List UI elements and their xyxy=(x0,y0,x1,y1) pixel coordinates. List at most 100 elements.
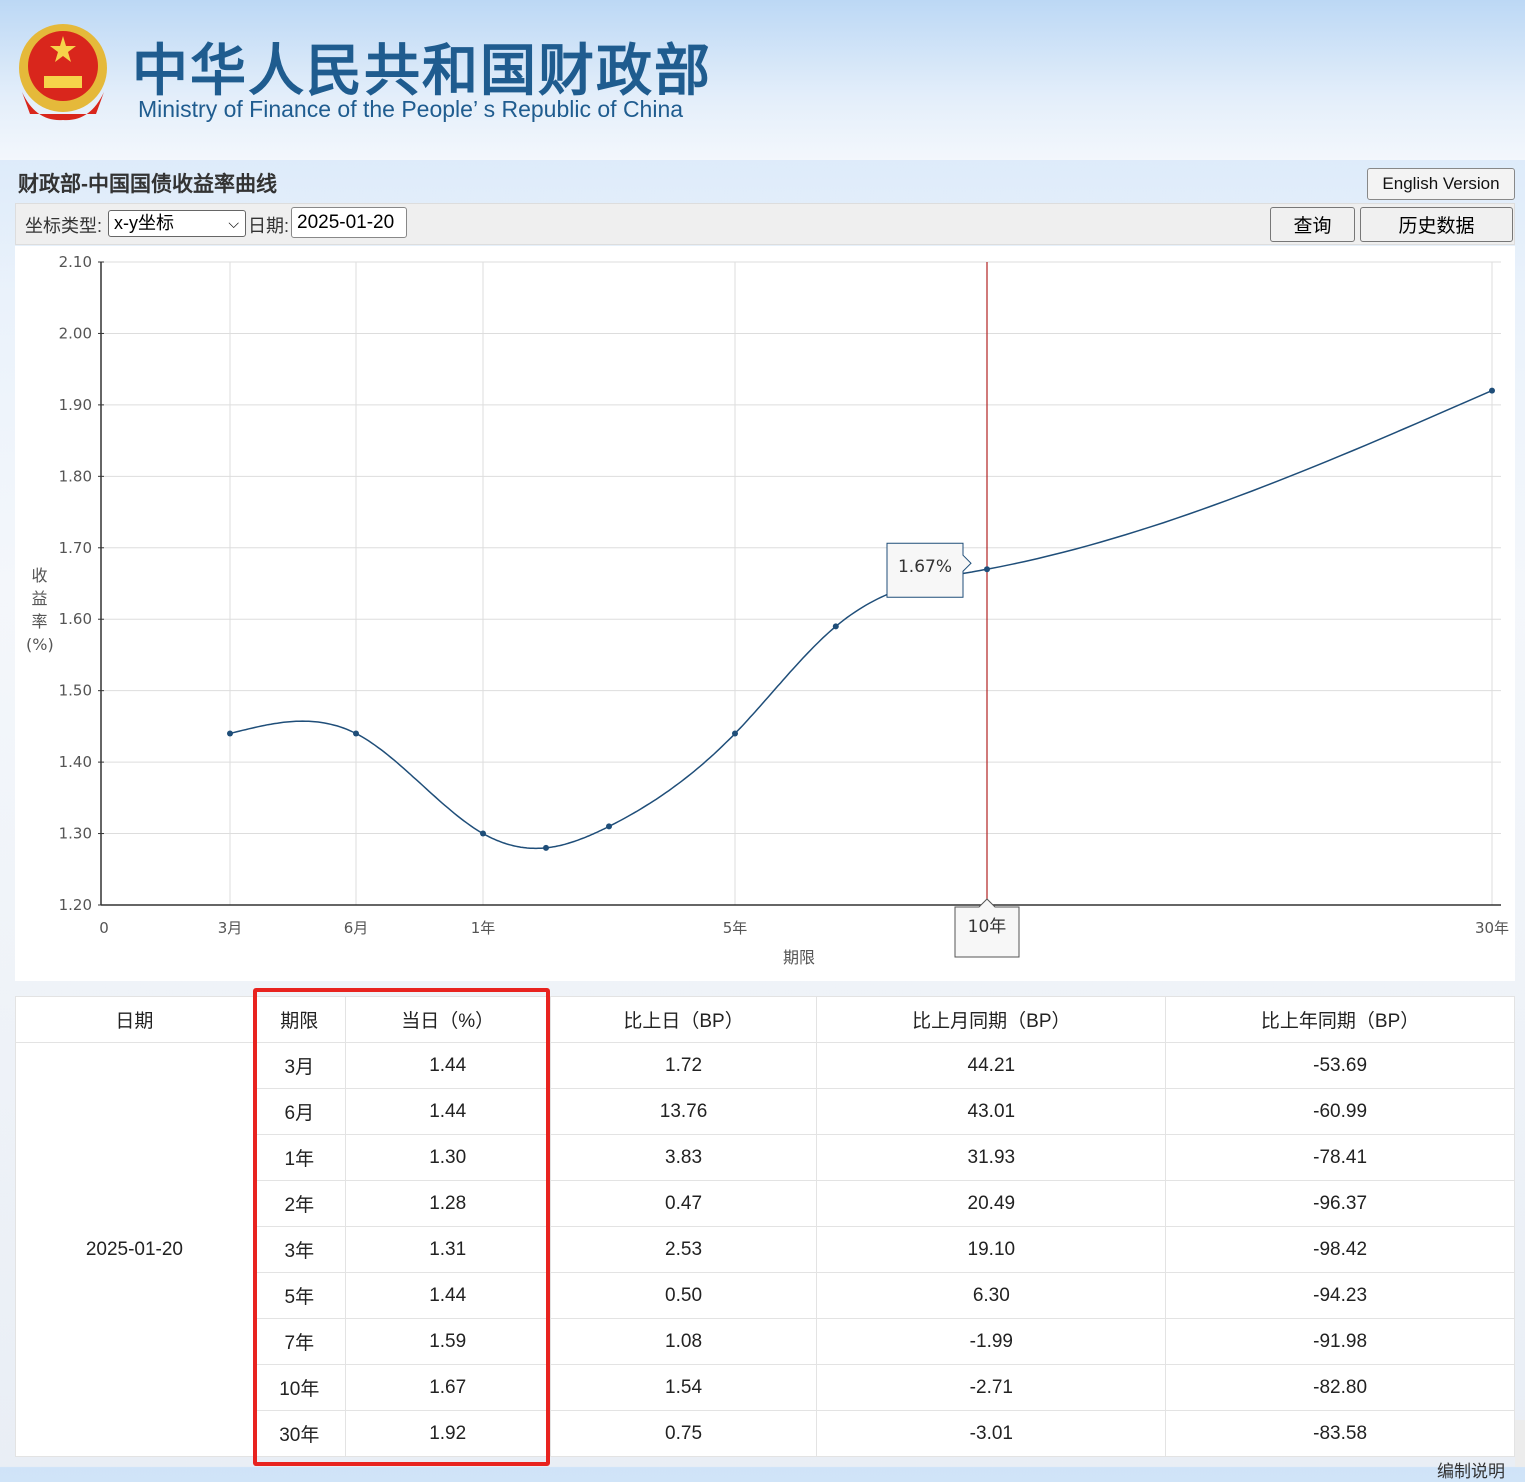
table-cell: 3年 xyxy=(252,1226,346,1273)
y-tick-label: 1.70 xyxy=(59,539,92,557)
chevron-down-icon: ⌵ xyxy=(228,215,239,231)
table-cell: 7年 xyxy=(252,1318,346,1365)
x-tick-label: 3月 xyxy=(218,919,243,937)
table-cell: -82.80 xyxy=(1165,1364,1515,1411)
history-data-button[interactable]: 历史数据 xyxy=(1360,207,1513,242)
table-cell: -83.58 xyxy=(1165,1410,1515,1457)
x-tick-label: 0 xyxy=(99,919,109,937)
coord-type-select[interactable]: x-y坐标 ⌵ xyxy=(108,210,246,237)
table-cell: -94.23 xyxy=(1165,1272,1515,1319)
table-cell: 1.44 xyxy=(344,1042,551,1089)
column-header[interactable]: 期限 xyxy=(252,996,346,1043)
y-tick-label: 1.50 xyxy=(59,682,92,700)
table-cell: 1年 xyxy=(252,1134,346,1181)
compilation-note-link[interactable]: 编制说明 xyxy=(1437,1457,1505,1482)
table-cell: -53.69 xyxy=(1165,1042,1515,1089)
table-cell: 1.28 xyxy=(344,1180,551,1227)
table-cell: 2.53 xyxy=(549,1226,818,1273)
column-header[interactable]: 当日（%） xyxy=(344,996,551,1043)
table-cell: 2年 xyxy=(252,1180,346,1227)
table-cell: 13.76 xyxy=(549,1088,818,1135)
y-tick-label: 1.80 xyxy=(59,467,92,485)
table-cell: -91.98 xyxy=(1165,1318,1515,1365)
y-tick-label: 1.30 xyxy=(59,825,92,843)
table-cell: -78.41 xyxy=(1165,1134,1515,1181)
y-tick-label: 2.00 xyxy=(59,324,92,342)
table-cell: 19.10 xyxy=(816,1226,1167,1273)
table-cell: 1.44 xyxy=(344,1272,551,1319)
table-cell: 1.08 xyxy=(549,1318,818,1365)
column-header[interactable]: 比上年同期（BP） xyxy=(1165,996,1515,1043)
table-cell: 5年 xyxy=(252,1272,346,1319)
data-point xyxy=(832,623,839,630)
table-cell: 6月 xyxy=(252,1088,346,1135)
table-cell: 3月 xyxy=(252,1042,346,1089)
date-label: 日期: xyxy=(248,216,290,236)
table-cell: -3.01 xyxy=(816,1410,1167,1457)
table-cell: -1.99 xyxy=(816,1318,1167,1365)
data-point xyxy=(606,823,612,830)
page-title: 财政部-中国国债收益率曲线 xyxy=(18,173,277,196)
y-tick-label: 2.10 xyxy=(59,253,92,271)
table-cell: 1.54 xyxy=(549,1364,818,1411)
column-header[interactable]: 比上日（BP） xyxy=(549,996,818,1043)
site-header: 中华人民共和国财政部 Ministry of Finance of the Pe… xyxy=(0,0,1525,160)
table-cell: 1.30 xyxy=(344,1134,551,1181)
x-axis-title: 期限 xyxy=(783,948,815,967)
table-cell: 1.72 xyxy=(549,1042,818,1089)
coord-type-value: x-y坐标 xyxy=(114,213,174,233)
yield-table: 日期 期限 当日（%） 比上日（BP） 比上月同期（BP） 比上年同期（BP） 2025-… xyxy=(15,996,1515,1457)
table-cell: -98.42 xyxy=(1165,1226,1515,1273)
query-button[interactable]: 查询 xyxy=(1270,207,1355,242)
table-cell: -96.37 xyxy=(1165,1180,1515,1227)
english-version-button[interactable]: English Version xyxy=(1367,168,1515,200)
term-tooltip-text: 10年 xyxy=(968,917,1007,937)
x-tick-label: 1年 xyxy=(471,919,496,937)
table-cell: 1.59 xyxy=(344,1318,551,1365)
date-cell: 2025-01-20 xyxy=(15,1042,254,1457)
date-input[interactable] xyxy=(291,207,407,238)
y-tick-label: 1.90 xyxy=(59,396,92,414)
x-tick-label: 5年 xyxy=(723,919,748,937)
data-point xyxy=(1489,387,1495,394)
table-cell: 10年 xyxy=(252,1364,346,1411)
data-point xyxy=(227,730,233,737)
value-tooltip-text: 1.67% xyxy=(898,557,952,577)
query-toolbar: 坐标类型: x-y坐标 ⌵ 日期: 查询 历史数据 xyxy=(15,203,1515,245)
table-cell: 44.21 xyxy=(816,1042,1167,1089)
column-header[interactable]: 比上月同期（BP） xyxy=(816,996,1167,1043)
x-tick-label: 30年 xyxy=(1475,919,1509,937)
yield-curve-svg: 1.20 1.30 1.40 1.50 1.60 1.70 1.80 1.90 2.00 2.10… xyxy=(59,253,1509,967)
coord-type-label: 坐标类型: xyxy=(25,216,103,236)
table-cell: 6.30 xyxy=(816,1272,1167,1319)
data-point xyxy=(480,830,486,837)
data-point xyxy=(984,566,990,573)
table-cell: 1.92 xyxy=(344,1410,551,1457)
table-cell: 1.31 xyxy=(344,1226,551,1273)
table-cell: 1.67 xyxy=(344,1364,551,1411)
column-header[interactable]: 日期 xyxy=(15,996,254,1043)
data-point xyxy=(353,730,359,737)
national-emblem-icon xyxy=(19,24,107,121)
table-cell: 20.49 xyxy=(816,1180,1167,1227)
y-tick-label: 1.20 xyxy=(59,896,92,914)
y-tick-label: 1.40 xyxy=(59,753,92,771)
table-cell: 43.01 xyxy=(816,1088,1167,1135)
table-row: 2025-01-20 3月 1.44 1.72 44.21 -53.69 xyxy=(15,1042,1515,1457)
y-tick-label: 1.60 xyxy=(59,610,92,628)
table-cell: 0.50 xyxy=(549,1272,818,1319)
yield-curve-chart: 1.20 1.30 1.40 1.50 1.60 1.70 1.80 1.90 2.00 2.10… xyxy=(15,246,1515,981)
table-cell: 3.83 xyxy=(549,1134,818,1181)
table-cell: 0.47 xyxy=(549,1180,818,1227)
table-cell: 1.44 xyxy=(344,1088,551,1135)
table-cell: 0.75 xyxy=(549,1410,818,1457)
table-cell: -60.99 xyxy=(1165,1088,1515,1135)
scrollbar[interactable] xyxy=(1515,1420,1525,1467)
table-cell: -2.71 xyxy=(816,1364,1167,1411)
table-header-row: 日期 期限 当日（%） 比上日（BP） 比上月同期（BP） 比上年同期（BP） xyxy=(15,996,1515,1043)
table-cell: 31.93 xyxy=(816,1134,1167,1181)
data-point xyxy=(732,730,738,737)
y-axis-title: 收益率(%) xyxy=(26,566,54,654)
table-cell: 30年 xyxy=(252,1410,346,1457)
ministry-title-cn: 中华人民共和国财政部 xyxy=(132,39,712,104)
